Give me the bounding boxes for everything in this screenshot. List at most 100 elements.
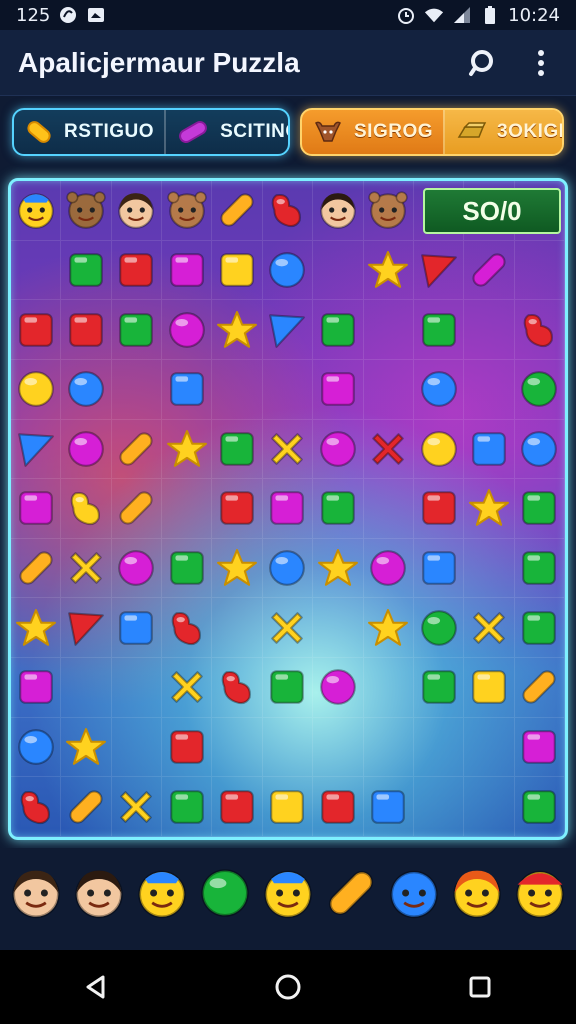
- board-cell[interactable]: [61, 359, 112, 420]
- board-cell[interactable]: [61, 240, 112, 301]
- board-cell[interactable]: [514, 717, 565, 778]
- board-cell[interactable]: [212, 658, 263, 718]
- board-cell[interactable]: [413, 598, 465, 659]
- board-cell[interactable]: [11, 479, 62, 539]
- board-cell[interactable]: [111, 479, 163, 539]
- board-cell[interactable]: [61, 479, 112, 539]
- tray-item[interactable]: [68, 862, 130, 924]
- board-cell[interactable]: [212, 419, 263, 480]
- board-cell[interactable]: [313, 419, 364, 480]
- board-cell[interactable]: [162, 419, 213, 480]
- board-cell[interactable]: [111, 658, 163, 718]
- board-cell[interactable]: [313, 538, 364, 599]
- board-cell[interactable]: [61, 419, 112, 480]
- board-cell[interactable]: [212, 777, 263, 837]
- board-cell[interactable]: [514, 658, 565, 718]
- board-cell[interactable]: [262, 717, 314, 778]
- board-cell[interactable]: [11, 419, 62, 480]
- tray-item[interactable]: [194, 862, 256, 924]
- overflow-menu-button[interactable]: [524, 46, 558, 80]
- board-cell[interactable]: [162, 658, 213, 718]
- board-cell[interactable]: [212, 717, 263, 778]
- board-cell[interactable]: [514, 240, 565, 301]
- board-cell[interactable]: [363, 598, 414, 659]
- board-cell[interactable]: [464, 359, 515, 420]
- board-cell[interactable]: [514, 777, 565, 837]
- board-cell[interactable]: [464, 479, 515, 539]
- board-cell[interactable]: [111, 717, 163, 778]
- board-cell[interactable]: [413, 419, 465, 480]
- board-cell[interactable]: [363, 777, 414, 837]
- tray-item[interactable]: [446, 862, 508, 924]
- board-cell[interactable]: [162, 538, 213, 599]
- tray-item[interactable]: [383, 862, 445, 924]
- board-cell[interactable]: [61, 538, 112, 599]
- resource-item-1[interactable]: RSTIGUO: [14, 110, 164, 154]
- board-cell[interactable]: [413, 777, 465, 837]
- board-cell[interactable]: [111, 359, 163, 420]
- board-cell[interactable]: [413, 479, 465, 539]
- board-cell[interactable]: [313, 300, 364, 360]
- board-cell[interactable]: [313, 240, 364, 301]
- board-cell[interactable]: [413, 300, 465, 360]
- board-cell[interactable]: [514, 538, 565, 599]
- board-cell[interactable]: [514, 300, 565, 360]
- board-cell[interactable]: [464, 658, 515, 718]
- board-cell[interactable]: [464, 300, 515, 360]
- board-cell[interactable]: [111, 419, 163, 480]
- board-cell[interactable]: [111, 538, 163, 599]
- board-cell[interactable]: [514, 598, 565, 659]
- board-cell[interactable]: [212, 538, 263, 599]
- board-cell[interactable]: [262, 658, 314, 718]
- board-cell[interactable]: [464, 419, 515, 480]
- board-cell[interactable]: [262, 300, 314, 360]
- board-cell[interactable]: [11, 598, 62, 659]
- resource-item-3[interactable]: SIGROG: [302, 110, 443, 154]
- board-cell[interactable]: [162, 240, 213, 301]
- board-cell[interactable]: [61, 717, 112, 778]
- board-cell[interactable]: [464, 240, 515, 301]
- board-cell[interactable]: [262, 419, 314, 480]
- board-cell[interactable]: [464, 777, 515, 837]
- board-cell[interactable]: [363, 419, 414, 480]
- board-cell[interactable]: [111, 181, 163, 241]
- board-cell[interactable]: [11, 658, 62, 718]
- board-cell[interactable]: [11, 717, 62, 778]
- board-cell[interactable]: [413, 240, 465, 301]
- board-cell[interactable]: [111, 240, 163, 301]
- board-cell[interactable]: [262, 181, 314, 241]
- board-cell[interactable]: [61, 598, 112, 659]
- board-cell[interactable]: [61, 181, 112, 241]
- board-cell[interactable]: [212, 598, 263, 659]
- board-cell[interactable]: [212, 359, 263, 420]
- board-cell[interactable]: [11, 181, 62, 241]
- board-cell[interactable]: [162, 300, 213, 360]
- board-cell[interactable]: [111, 598, 163, 659]
- back-button[interactable]: [66, 957, 126, 1017]
- board-cell[interactable]: [111, 777, 163, 837]
- board-cell[interactable]: [313, 598, 364, 659]
- board-cell[interactable]: [212, 181, 263, 241]
- board-cell[interactable]: [464, 598, 515, 659]
- board-cell[interactable]: [262, 777, 314, 837]
- board-cell[interactable]: [363, 538, 414, 599]
- board-cell[interactable]: [514, 359, 565, 420]
- board-cell[interactable]: [11, 300, 62, 360]
- board-cell[interactable]: [313, 777, 364, 837]
- board-cell[interactable]: [363, 658, 414, 718]
- board-cell[interactable]: [212, 479, 263, 539]
- board-cell[interactable]: [162, 717, 213, 778]
- home-button[interactable]: [258, 957, 318, 1017]
- board-cell[interactable]: [313, 658, 364, 718]
- board-cell[interactable]: [162, 181, 213, 241]
- tray-item[interactable]: [320, 862, 382, 924]
- board-cell[interactable]: [363, 181, 414, 241]
- board-cell[interactable]: [162, 598, 213, 659]
- tray-item[interactable]: [509, 862, 571, 924]
- board-cell[interactable]: [514, 479, 565, 539]
- board-cell[interactable]: [162, 479, 213, 539]
- board-cell[interactable]: [262, 538, 314, 599]
- board-cell[interactable]: [413, 717, 465, 778]
- board-cell[interactable]: [464, 538, 515, 599]
- board-cell[interactable]: [313, 479, 364, 539]
